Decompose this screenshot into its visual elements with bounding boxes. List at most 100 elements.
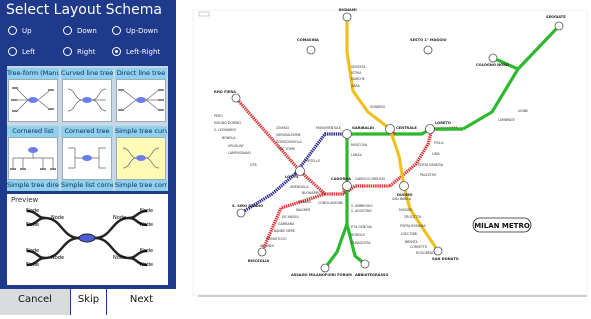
label-seggiate: SEGGIATE <box>546 15 566 19</box>
label-lotto: LOTTO <box>285 175 298 179</box>
layout-label: Curved line tree <box>61 68 113 79</box>
station-label: PRIMATICCIO <box>266 237 287 241</box>
map-paper <box>192 9 588 296</box>
station-label: PORTA VENEZIA <box>418 163 444 167</box>
layout-gallery[interactable]: Tree-form (Manual) Curved line tree Dire… <box>7 66 168 191</box>
station-label: QT8 <box>250 163 256 167</box>
radio-left-right[interactable]: Left-Right <box>112 47 160 56</box>
layout-label: Tree-form (Manual) <box>7 68 59 79</box>
interchange-cadorna[interactable] <box>342 181 352 191</box>
terminal-s-siro-stadio[interactable] <box>236 208 246 218</box>
label-cadorna: CADORNA <box>331 177 351 181</box>
radio-left[interactable]: Left <box>8 47 35 56</box>
preview-node-label: Node <box>113 255 127 261</box>
station-label: SAN BABILA <box>392 197 412 201</box>
station-label: LAMPUGNANO <box>228 151 251 155</box>
layout-cornered-list[interactable]: Cornered list <box>7 126 59 183</box>
radio-label-up-down: Up-Down <box>126 26 158 35</box>
terminal-seggiate[interactable] <box>554 21 564 31</box>
station-label: CENISIO <box>276 126 290 130</box>
station-label: MISSORI <box>399 208 412 212</box>
label-bisceglia: BISCEGLIA <box>248 259 269 263</box>
radio-up[interactable]: Up <box>8 26 32 35</box>
mindmap-thumbnail-icon <box>11 87 54 112</box>
interchange-duomo[interactable] <box>399 181 409 191</box>
layout-simple-tree-cornered[interactable]: Simple tree cornered <box>115 180 167 191</box>
label-assago: ASSAGO MILANOFIORI FORUM <box>291 273 352 277</box>
layout-label: Simple tree curved <box>115 126 167 137</box>
preview-node-label: Node <box>140 208 154 214</box>
label-garibaldi: GARIBALDI <box>352 126 374 130</box>
terminal-bisceglia[interactable] <box>257 247 267 257</box>
station-label: S. AGOSTINO <box>351 209 372 213</box>
preview-node-label: Node <box>51 215 65 221</box>
layout-curved-line-tree[interactable]: Curved line tree <box>61 68 113 125</box>
label-rho-fiera: RHO FIERA <box>214 90 236 94</box>
station-label: LANZA <box>351 153 363 157</box>
label-comasina: COMASINA <box>297 38 319 42</box>
preview-node-label: Node <box>26 222 40 228</box>
label-centrale: CENTRALE <box>396 126 417 130</box>
station-label: LIMA <box>432 152 440 156</box>
layout-simple-tree-direct[interactable]: Simple tree direct <box>7 180 59 191</box>
layout-thumbnail <box>62 137 112 180</box>
terminal-cologno-nord[interactable] <box>488 53 498 63</box>
station-label: CROCETTA <box>404 215 422 219</box>
station-label: FAMAGOSTA <box>351 241 371 245</box>
station-label: WAGNER <box>296 208 311 212</box>
cancel-button[interactable]: Cancel <box>0 289 70 315</box>
terminal-comasina[interactable] <box>306 45 316 55</box>
radio-right[interactable]: Right <box>63 47 95 56</box>
terminal-rho-fiera[interactable] <box>231 93 241 103</box>
radio-label-up: Up <box>22 26 32 35</box>
layout-simple-list-cornered[interactable]: Simple list cornered <box>61 180 113 191</box>
layout-thumbnail <box>62 79 112 122</box>
layout-label: Cornered list <box>7 126 59 137</box>
next-button[interactable]: Next <box>107 289 176 315</box>
radio-down[interactable]: Down <box>63 26 97 35</box>
radio-label-right: Right <box>77 47 96 56</box>
layout-direct-line-tree[interactable]: Direct line tree <box>115 68 167 125</box>
station-label: CAIROLI <box>355 177 368 181</box>
interchange-centrale[interactable] <box>385 124 395 134</box>
station-label: CORVETTO <box>410 245 428 249</box>
label-cologno-nord: COLOGNO NORD <box>476 63 509 67</box>
preview-root-node <box>78 233 96 243</box>
station-label: MOSCOVA <box>351 143 368 147</box>
station-label: CORDUSIO <box>368 177 386 181</box>
simple-curved-thumbnail-icon <box>122 147 160 169</box>
skip-button[interactable]: Skip <box>71 289 106 315</box>
terminal-assago[interactable] <box>320 263 330 273</box>
radio-dot <box>112 26 121 35</box>
interchange-loreto[interactable] <box>425 124 435 134</box>
station-label: ROMOLO <box>351 233 366 237</box>
terminal-san-donato[interactable] <box>433 246 443 256</box>
station-label: PERO <box>214 114 223 118</box>
layout-thumbnail <box>8 79 58 122</box>
radio-up-down[interactable]: Up-Down <box>112 26 158 35</box>
terminal-abbiategrasso[interactable] <box>360 259 370 269</box>
layout-thumbnail <box>8 137 58 180</box>
station-label: BRENTA <box>405 240 418 244</box>
layout-tree-form-manual[interactable]: Tree-form (Manual) <box>7 68 59 125</box>
layout-thumbnail <box>116 79 166 122</box>
preview-node-label: Node <box>140 248 154 254</box>
station-label: PIOLA <box>434 141 444 145</box>
station-label: ROGOREDO <box>416 251 435 255</box>
station-label: AMENDOLA <box>290 185 309 189</box>
layout-simple-tree-curved[interactable]: Simple tree curved <box>115 126 167 183</box>
layout-cornered-tree[interactable]: Cornered tree <box>61 126 113 183</box>
metro-map-canvas[interactable]: MILAN METRO RHO FIERA BIGNAMI COMASINA S… <box>192 4 591 315</box>
station-label: BONOLA <box>222 136 236 140</box>
station-label: SONDRIO <box>370 105 386 109</box>
button-row: Cancel Skip Next <box>0 289 176 315</box>
layout-label: Simple tree direct <box>7 180 59 191</box>
station-label: MARCHE <box>351 77 365 81</box>
terminal-bignami[interactable] <box>342 12 352 22</box>
interchange-garibaldi[interactable] <box>342 129 352 139</box>
terminal-sesto[interactable] <box>423 45 433 55</box>
layout-label: Direct line tree <box>115 68 167 79</box>
preview-node-label: Node <box>26 248 40 254</box>
station-label: DOMODOSSOLA <box>276 140 303 144</box>
layout-label: Cornered tree <box>61 126 113 137</box>
